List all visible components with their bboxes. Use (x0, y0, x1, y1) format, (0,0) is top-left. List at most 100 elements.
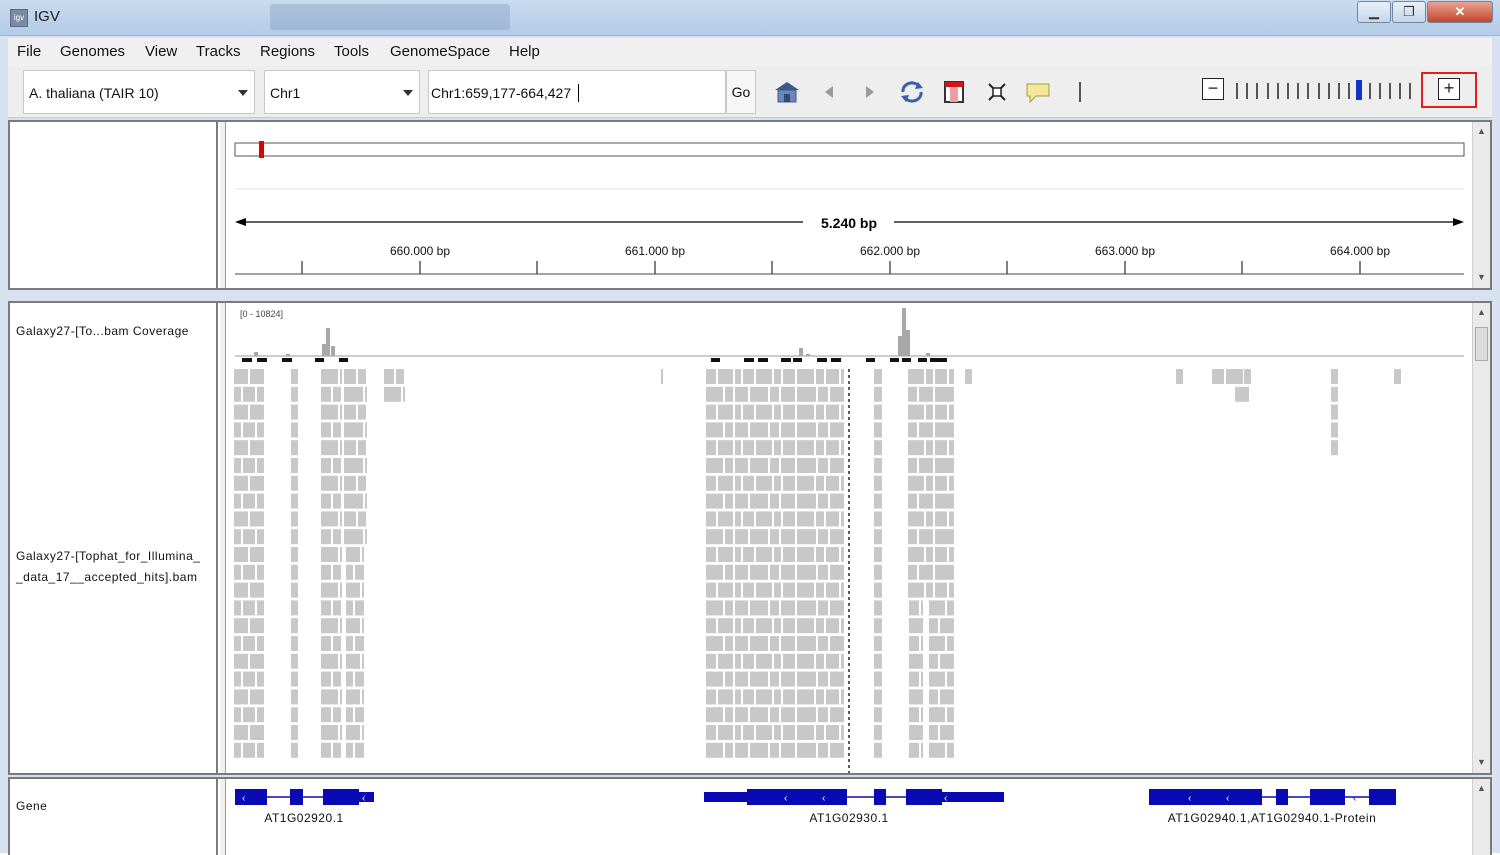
alignment-read[interactable] (735, 707, 748, 723)
alignment-read[interactable] (321, 547, 338, 562)
alignment-read[interactable] (826, 653, 839, 669)
alignment-read[interactable] (735, 725, 741, 740)
alignment-read[interactable] (816, 653, 824, 669)
alignment-read[interactable] (718, 618, 733, 634)
alignment-track-name-line1[interactable]: Galaxy27-[Tophat_for_Illumina_ (16, 549, 200, 563)
alignment-read[interactable] (340, 511, 342, 527)
alignment-read[interactable] (735, 529, 748, 545)
zoom-tick[interactable] (1266, 83, 1269, 99)
alignment-read[interactable] (340, 618, 342, 634)
alignment-read[interactable] (243, 529, 255, 545)
alignment-read[interactable] (940, 653, 954, 669)
alignment-read[interactable] (965, 369, 972, 384)
alignment-read[interactable] (797, 458, 816, 473)
alignment-read[interactable] (706, 689, 716, 705)
alignment-read[interactable] (291, 369, 298, 384)
alignment-read[interactable] (949, 511, 954, 527)
alignment-read[interactable] (333, 636, 341, 651)
alignment-read[interactable] (935, 547, 947, 562)
alignment-read[interactable] (718, 369, 733, 384)
alignment-read[interactable] (234, 440, 248, 456)
alignment-read[interactable] (830, 636, 844, 651)
alignment-read[interactable] (874, 493, 882, 509)
alignment-read[interactable] (929, 725, 938, 740)
alignment-read[interactable] (243, 707, 255, 723)
alignment-read[interactable] (321, 742, 331, 758)
alignment-read[interactable] (756, 618, 772, 634)
alignment-read[interactable] (291, 458, 298, 473)
alignment-read[interactable] (346, 689, 360, 705)
alignment-read[interactable] (321, 653, 338, 669)
alignment-read[interactable] (935, 511, 947, 527)
alignment-read[interactable] (781, 458, 795, 473)
back-arrow-icon[interactable] (815, 80, 843, 104)
alignment-read[interactable] (818, 458, 828, 473)
alignment-read[interactable] (935, 493, 954, 509)
alignment-read[interactable] (403, 386, 405, 402)
alignment-read[interactable] (756, 547, 772, 562)
alignment-read[interactable] (333, 458, 341, 473)
alignment-read[interactable] (725, 636, 733, 651)
alignment-read[interactable] (735, 564, 748, 580)
coverage-bar[interactable] (799, 348, 803, 356)
alignment-read[interactable] (797, 671, 816, 687)
gene-track[interactable]: ‹ ‹ ‹ AT1G02920.1 ‹ ‹ ‹ AT1G02930.1 ‹ ‹ … (226, 779, 1466, 855)
alignment-read[interactable] (783, 653, 795, 669)
alignment-read[interactable] (257, 564, 264, 580)
alignment-read[interactable] (919, 529, 933, 545)
zoom-tick[interactable] (1338, 83, 1340, 99)
alignment-read[interactable] (935, 422, 954, 438)
alignment-read[interactable] (949, 369, 954, 384)
alignment-read[interactable] (243, 458, 255, 473)
zoom-tick[interactable] (1348, 83, 1351, 99)
alignment-read[interactable] (818, 707, 828, 723)
go-button[interactable]: Go (726, 70, 756, 114)
alignment-read[interactable] (947, 671, 954, 687)
alignment-read[interactable] (774, 582, 781, 598)
alignment-read[interactable] (816, 475, 824, 491)
coverage-bar[interactable] (806, 354, 810, 356)
alignment-read[interactable] (830, 529, 844, 545)
alignment-read[interactable] (826, 547, 839, 562)
alignment-read[interactable] (725, 742, 733, 758)
alignment-read[interactable] (797, 742, 816, 758)
alignment-read[interactable] (234, 458, 241, 473)
alignment-read[interactable] (291, 511, 298, 527)
alignment-read[interactable] (344, 404, 356, 420)
alignment-read[interactable] (874, 386, 882, 402)
alignment-read[interactable] (874, 564, 882, 580)
alignment-read[interactable] (234, 671, 241, 687)
alignment-read[interactable] (706, 493, 723, 509)
alignment-read[interactable] (774, 725, 781, 740)
alignment-read[interactable] (362, 582, 364, 598)
chromosome-ideogram[interactable] (234, 142, 1465, 157)
alignment-read[interactable] (1212, 369, 1224, 384)
alignment-read[interactable] (1331, 369, 1338, 384)
alignment-read[interactable] (781, 493, 795, 509)
alignment-read[interactable] (291, 689, 298, 705)
alignment-read[interactable] (874, 671, 882, 687)
gene-at1g02920[interactable]: ‹ ‹ ‹ AT1G02920.1 (235, 789, 374, 825)
alignment-view[interactable]: [0 - 10824] (226, 303, 1466, 773)
alignment-read[interactable] (830, 422, 844, 438)
alignment-read[interactable] (770, 529, 779, 545)
alignment-read[interactable] (770, 422, 779, 438)
alignment-read[interactable] (321, 440, 338, 456)
alignment-read[interactable] (346, 707, 353, 723)
alignment-read[interactable] (781, 707, 795, 723)
alignment-read[interactable] (346, 618, 360, 634)
alignment-read[interactable] (929, 707, 945, 723)
alignment-read[interactable] (735, 475, 741, 491)
alignment-read[interactable] (291, 636, 298, 651)
alignment-read[interactable] (234, 564, 241, 580)
alignment-read[interactable] (750, 600, 768, 616)
alignment-read[interactable] (1176, 369, 1183, 384)
alignment-read[interactable] (908, 564, 917, 580)
alignment-read[interactable] (321, 475, 338, 491)
alignment-read[interactable] (344, 493, 363, 509)
alignment-read[interactable] (919, 493, 933, 509)
alignment-read[interactable] (841, 440, 844, 456)
alignment-read[interactable] (797, 422, 816, 438)
alignment-read[interactable] (949, 582, 954, 598)
alignment-read[interactable] (940, 689, 954, 705)
